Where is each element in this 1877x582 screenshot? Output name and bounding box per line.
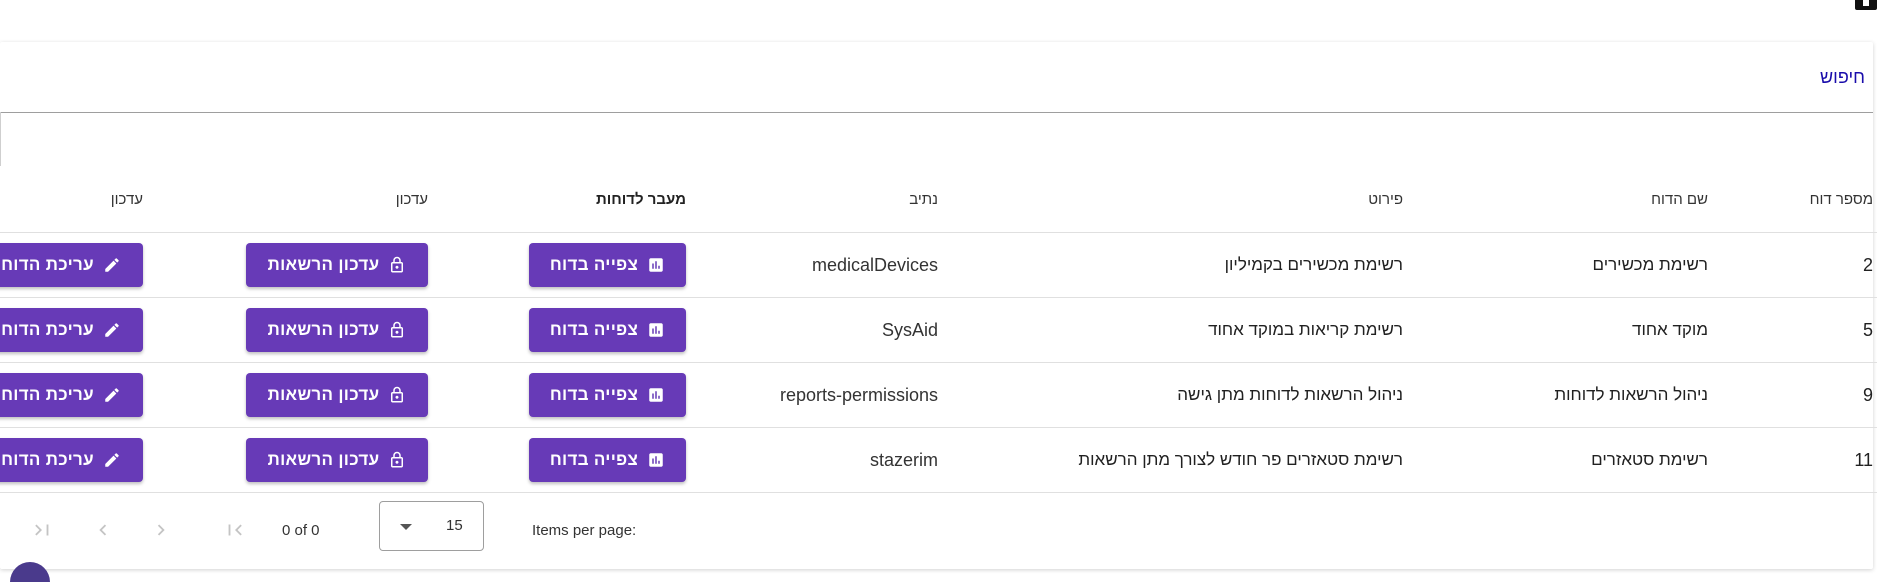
cell-details: רשימת סטאזרים פר חודש לצורך מתן הרשאות	[938, 427, 1403, 493]
lock-open-icon	[391, 451, 404, 468]
prev-page-button[interactable]	[88, 515, 118, 545]
edit-report-button[interactable]: עריכת הדוח	[0, 243, 143, 287]
edit-report-label: עריכת הדוח	[1, 450, 94, 469]
cell-view: צפייה בדוח	[428, 427, 686, 493]
view-report-button[interactable]: צפייה בדוח	[529, 308, 686, 352]
cell-details: רשימת מכשירים בקמיליון	[938, 232, 1403, 298]
cell-name: רשימת סטאזרים	[1403, 427, 1708, 493]
cell-view: צפייה בדוח	[428, 297, 686, 363]
items-per-page-label: Items per page:	[532, 522, 637, 539]
paginator: Items per page: 15 0 of 0	[0, 497, 1873, 569]
update-permissions-button[interactable]: עדכון הרשאות	[246, 243, 428, 287]
view-report-label: צפייה בדוח	[549, 255, 639, 274]
edit-report-label: עריכת הדוח	[1, 320, 94, 339]
header-update-perms: עדכון	[143, 166, 428, 233]
cell-name: מוקד אחוד	[1403, 297, 1708, 363]
header-number: מספר דוח	[1708, 166, 1877, 233]
update-permissions-button[interactable]: עדכון הרשאות	[246, 438, 428, 482]
search-field[interactable]: חיפוש	[0, 42, 1873, 113]
edit-report-button[interactable]: עריכת הדוח	[0, 308, 143, 352]
header-details: פירוט	[938, 166, 1403, 233]
view-report-label: צפייה בדוח	[549, 450, 639, 469]
cell-name: רשימת מכשירים	[1403, 232, 1708, 298]
update-permissions-button[interactable]: עדכון הרשאות	[246, 308, 428, 352]
cell-edit: עריכת הדוח	[0, 427, 143, 493]
divider	[0, 112, 1, 166]
cell-details: ניהול הרשאות לדוחות מתן גישה	[938, 362, 1403, 428]
pencil-icon	[105, 453, 119, 467]
update-permissions-label: עדכון הרשאות	[267, 385, 380, 404]
cell-view: צפייה בדוח	[428, 232, 686, 298]
reports-table: מספר דוח שם הדוח פירוט נתיב מעבר לדוחות …	[0, 166, 1877, 493]
view-report-button[interactable]: צפייה בדוח	[529, 373, 686, 417]
cell-path: stazerim	[686, 427, 938, 493]
cell-permissions: עדכון הרשאות	[143, 297, 428, 363]
cell-name: ניהול הרשאות לדוחות	[1403, 362, 1708, 428]
cell-permissions: עדכון הרשאות	[143, 232, 428, 298]
lock-open-icon	[391, 256, 404, 273]
view-report-button[interactable]: צפייה בדוח	[529, 438, 686, 482]
lock-open-icon	[391, 386, 404, 403]
bar-chart-icon	[649, 258, 663, 272]
reports-card: חיפוש מספר דוח שם הדוח פירוט נתיב מעבר ל…	[0, 42, 1877, 569]
home-icon[interactable]	[1855, 0, 1877, 10]
header-path: נתיב	[686, 166, 938, 233]
first-page-button[interactable]	[220, 515, 250, 545]
range-label: 0 of 0	[282, 522, 320, 539]
update-permissions-label: עדכון הרשאות	[267, 320, 380, 339]
table-header-row: מספר דוח שם הדוח פירוט נתיב מעבר לדוחות …	[0, 166, 1877, 233]
last-page-icon	[35, 524, 49, 536]
cell-path: medicalDevices	[686, 232, 938, 298]
last-page-button[interactable]	[27, 515, 57, 545]
update-permissions-label: עדכון הרשאות	[267, 255, 380, 274]
cell-path: reports-permissions	[686, 362, 938, 428]
cell-path: SysAid	[686, 297, 938, 363]
edit-report-label: עריכת הדוח	[1, 255, 94, 274]
items-per-page-select[interactable]: 15	[379, 501, 484, 551]
cell-permissions: עדכון הרשאות	[143, 362, 428, 428]
view-report-button[interactable]: צפייה בדוח	[529, 243, 686, 287]
chevron-down-icon	[400, 524, 412, 530]
next-page-button[interactable]	[146, 515, 176, 545]
cell-permissions: עדכון הרשאות	[143, 427, 428, 493]
cell-edit: עריכת הדוח	[0, 362, 143, 428]
view-report-label: צפייה בדוח	[549, 385, 639, 404]
update-permissions-label: עדכון הרשאות	[267, 450, 380, 469]
cell-view: צפייה בדוח	[428, 362, 686, 428]
cell-details: רשימת קריאות במוקד אחוד	[938, 297, 1403, 363]
pencil-icon	[105, 323, 119, 337]
table-row: 9 ניהול הרשאות לדוחות ניהול הרשאות לדוחו…	[0, 362, 1877, 428]
cell-number: 9	[1708, 362, 1877, 428]
table-row: 2 רשימת מכשירים רשימת מכשירים בקמיליון m…	[0, 232, 1877, 298]
lock-open-icon	[391, 321, 404, 338]
header-name: שם הדוח	[1403, 166, 1708, 233]
edit-report-button[interactable]: עריכת הדוח	[0, 373, 143, 417]
items-per-page-value: 15	[446, 517, 463, 534]
chevron-right-icon	[157, 524, 165, 536]
cell-edit: עריכת הדוח	[0, 297, 143, 363]
view-report-label: צפייה בדוח	[549, 320, 639, 339]
chevron-left-icon	[99, 524, 107, 536]
table-row: 11 רשימת סטאזרים רשימת סטאזרים פר חודש ל…	[0, 427, 1877, 493]
update-permissions-button[interactable]: עדכון הרשאות	[246, 373, 428, 417]
bar-chart-icon	[649, 453, 663, 467]
table-row: 5 מוקד אחוד רשימת קריאות במוקד אחוד SysA…	[0, 297, 1877, 363]
header-goto-reports: מעבר לדוחות	[428, 166, 686, 233]
header-update-edit: עדכון	[0, 166, 143, 233]
bar-chart-icon	[649, 323, 663, 337]
search-label: חיפוש	[1820, 67, 1865, 87]
cell-edit: עריכת הדוח	[0, 232, 143, 298]
cell-number: 2	[1708, 232, 1877, 298]
edit-report-label: עריכת הדוח	[1, 385, 94, 404]
cell-number: 5	[1708, 297, 1877, 363]
pencil-icon	[105, 258, 119, 272]
cell-number: 11	[1708, 427, 1877, 493]
first-page-icon	[228, 524, 242, 536]
edit-report-button[interactable]: עריכת הדוח	[0, 438, 143, 482]
pencil-icon	[105, 388, 119, 402]
bar-chart-icon	[649, 388, 663, 402]
